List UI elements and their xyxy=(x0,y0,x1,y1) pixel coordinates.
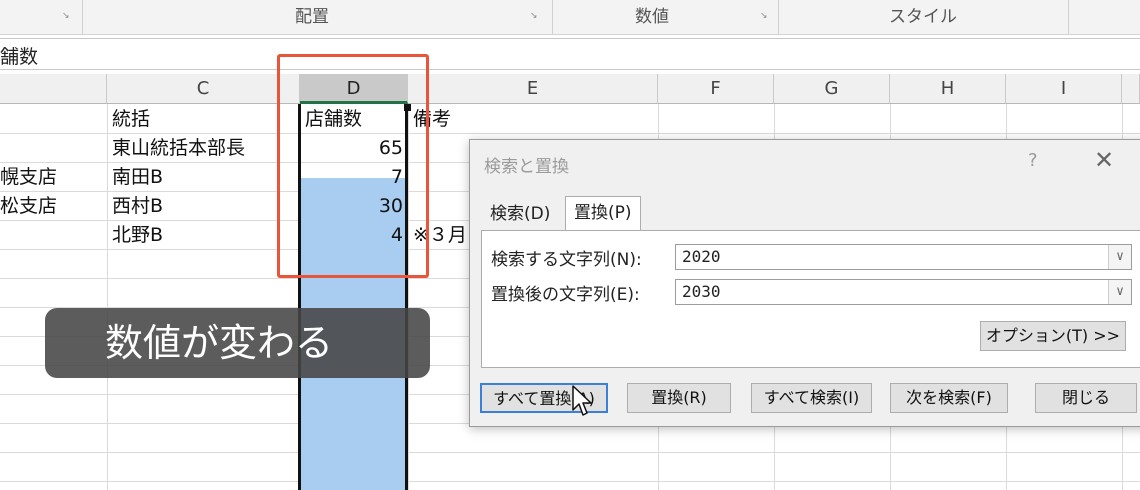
dialog-launcher-icon[interactable]: ↘ xyxy=(62,11,72,21)
column-header-e[interactable]: E xyxy=(408,74,658,104)
caption-overlay: 数値が変わる xyxy=(45,308,430,378)
column-header-c[interactable]: C xyxy=(107,74,300,104)
formula-bar[interactable]: 舗数 xyxy=(0,38,1140,70)
tab-replace[interactable]: 置換(P) xyxy=(565,196,641,232)
cell-c[interactable]: 西村B xyxy=(112,192,298,220)
cell-c[interactable]: 北野B xyxy=(112,221,298,249)
tab-search[interactable]: 検索(D) xyxy=(482,198,558,230)
dialog-launcher-icon[interactable]: ↘ xyxy=(530,11,540,21)
column-header-h[interactable]: H xyxy=(890,74,1006,104)
find-next-button[interactable]: 次を検索(F) xyxy=(890,383,1008,413)
grid-line xyxy=(0,481,1140,482)
help-icon[interactable]: ? xyxy=(1028,150,1038,171)
grid-line xyxy=(0,452,1140,453)
dialog-launcher-icon[interactable]: ↘ xyxy=(760,11,770,21)
column-header-i[interactable]: I xyxy=(1006,74,1122,104)
find-label: 検索する文字列(N): xyxy=(491,250,642,270)
ribbon-group-alignment: 配置 xyxy=(295,7,329,27)
find-input-value: 2020 xyxy=(682,247,721,266)
cell-e-header[interactable]: 備考 xyxy=(413,105,653,133)
cell-c[interactable]: 南田B xyxy=(112,163,298,191)
ribbon-group-labels: ↘ 配置 ↘ 数値 ↘ スタイル xyxy=(0,0,1140,35)
replace-label: 置換後の文字列(E): xyxy=(491,285,640,305)
cell-c[interactable]: 東山統括本部長 xyxy=(112,134,298,162)
replace-button[interactable]: 置換(R) xyxy=(627,383,731,413)
ribbon-group-number: 数値 xyxy=(635,7,669,27)
cell-b[interactable]: 幌支店 xyxy=(0,163,105,191)
replace-input-value: 2030 xyxy=(682,282,721,301)
column-header-b[interactable] xyxy=(0,74,107,104)
dialog-title: 検索と置換 xyxy=(484,157,569,177)
find-input[interactable]: 2020 ∨ xyxy=(675,244,1132,270)
cell-c-header[interactable]: 統括 xyxy=(112,105,298,133)
find-all-button[interactable]: すべて検索(I) xyxy=(751,383,872,413)
ribbon-group-styles: スタイル xyxy=(889,7,957,27)
replace-input[interactable]: 2030 ∨ xyxy=(675,279,1132,305)
replace-tab-panel: 検索する文字列(N): 2020 ∨ 置換後の文字列(E): 2030 ∨ オプ… xyxy=(481,230,1140,368)
column-header-j[interactable] xyxy=(1122,74,1140,104)
cell-b[interactable]: 松支店 xyxy=(0,192,105,220)
close-button[interactable]: 閉じる xyxy=(1035,383,1137,413)
chevron-down-icon[interactable]: ∨ xyxy=(1108,245,1131,269)
highlight-box xyxy=(277,54,429,278)
column-header-f[interactable]: F xyxy=(658,74,774,104)
close-icon[interactable]: ✕ xyxy=(1094,146,1114,174)
chevron-down-icon[interactable]: ∨ xyxy=(1108,280,1131,304)
find-replace-dialog[interactable]: 検索と置換 ? ✕ 検索(D) 置換(P) 検索する文字列(N): 2020 ∨… xyxy=(469,139,1140,427)
mouse-pointer-icon xyxy=(572,385,592,416)
options-button[interactable]: オプション(T) >> xyxy=(980,321,1126,351)
formula-bar-value: 舗数 xyxy=(0,46,39,68)
column-header-g[interactable]: G xyxy=(774,74,890,104)
ribbon-separator xyxy=(1068,0,1069,34)
